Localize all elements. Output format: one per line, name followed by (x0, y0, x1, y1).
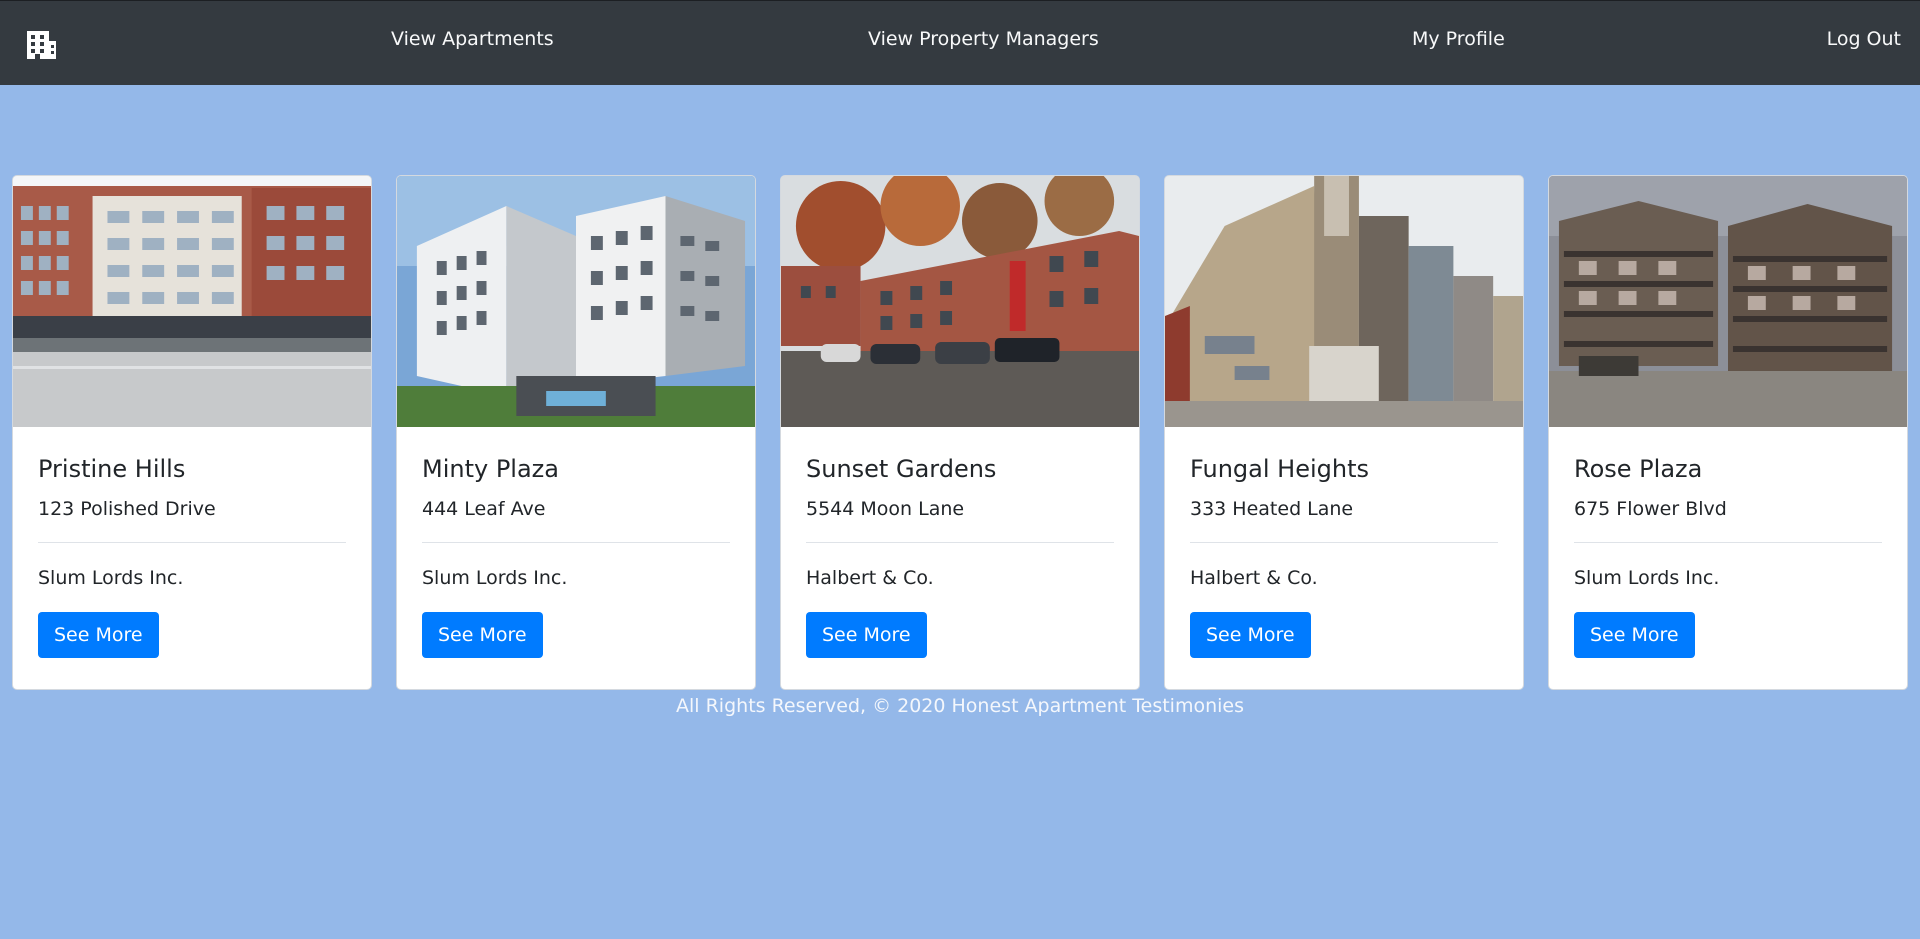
card-property-manager: Slum Lords Inc. (422, 567, 568, 589)
card-title: Fungal Heights (1190, 455, 1369, 483)
see-more-button[interactable]: See More (1574, 612, 1695, 658)
apartment-card: Pristine Hills 123 Polished Drive Slum L… (12, 175, 372, 690)
card-address: 675 Flower Blvd (1574, 498, 1727, 520)
see-more-button[interactable]: See More (1190, 612, 1311, 658)
card-property-manager: Halbert & Co. (806, 567, 934, 589)
building-icon[interactable] (24, 27, 58, 61)
card-divider (1190, 542, 1498, 543)
card-title: Pristine Hills (38, 455, 186, 483)
apartment-card: Sunset Gardens 5544 Moon Lane Halbert & … (780, 175, 1140, 690)
card-title: Rose Plaza (1574, 455, 1703, 483)
card-address: 123 Polished Drive (38, 498, 216, 520)
card-property-manager: Slum Lords Inc. (38, 567, 184, 589)
card-title: Minty Plaza (422, 455, 559, 483)
apartment-card: Fungal Heights 333 Heated Lane Halbert &… (1164, 175, 1524, 690)
see-more-button[interactable]: See More (38, 612, 159, 658)
nav-log-out[interactable]: Log Out (1827, 27, 1901, 51)
apartment-card: Rose Plaza 675 Flower Blvd Slum Lords In… (1548, 175, 1908, 690)
see-more-button[interactable]: See More (806, 612, 927, 658)
nav-view-apartments[interactable]: View Apartments (391, 27, 554, 51)
apartment-photo (1549, 176, 1907, 427)
card-address: 333 Heated Lane (1190, 498, 1354, 520)
apartment-photo (13, 176, 371, 427)
apartment-card-list: Pristine Hills 123 Polished Drive Slum L… (12, 175, 1908, 690)
card-title: Sunset Gardens (806, 455, 997, 483)
footer-copyright: All Rights Reserved, © 2020 Honest Apart… (676, 695, 1244, 717)
card-divider (422, 542, 730, 543)
see-more-button[interactable]: See More (422, 612, 543, 658)
navbar: View Apartments View Property Managers M… (0, 0, 1920, 85)
card-property-manager: Halbert & Co. (1190, 567, 1318, 589)
apartment-photo (1165, 176, 1523, 427)
card-property-manager: Slum Lords Inc. (1574, 567, 1720, 589)
card-divider (38, 542, 346, 543)
apartment-photo (781, 176, 1139, 427)
card-divider (806, 542, 1114, 543)
card-address: 444 Leaf Ave (422, 498, 546, 520)
nav-my-profile[interactable]: My Profile (1412, 27, 1505, 51)
card-divider (1574, 542, 1882, 543)
card-address: 5544 Moon Lane (806, 498, 965, 520)
nav-view-property-managers[interactable]: View Property Managers (868, 27, 1099, 51)
apartment-photo (397, 176, 755, 427)
apartment-card: Minty Plaza 444 Leaf Ave Slum Lords Inc.… (396, 175, 756, 690)
